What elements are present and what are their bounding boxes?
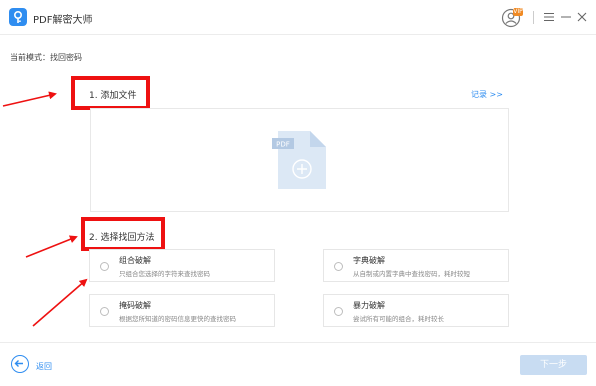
method-title: 字典破解 [353, 256, 385, 265]
back-label[interactable]: 返回 [36, 361, 52, 372]
arrow-to-step2 [25, 235, 78, 258]
arrow-to-step1 [2, 91, 57, 107]
app-logo-icon [9, 8, 27, 26]
method-title: 暴力破解 [353, 301, 385, 310]
footer-divider [0, 342, 596, 343]
method-card-mask[interactable]: 掩码破解 根据您所知道的密码信息更快的查找密码 [89, 294, 275, 327]
method-card-brute-force[interactable]: 暴力破解 尝试所有可能的组合，耗时较长 [323, 294, 509, 327]
method-card-dictionary[interactable]: 字典破解 从自制或内置字典中查找密码，耗时较短 [323, 249, 509, 282]
back-button[interactable] [11, 355, 29, 373]
pdf-icon-text: PDF [276, 141, 290, 149]
menu-icon[interactable] [544, 12, 554, 22]
radio-mask[interactable] [100, 307, 109, 316]
method-title: 掩码破解 [119, 301, 151, 310]
radio-dictionary[interactable] [334, 262, 343, 271]
add-pdf-file-icon[interactable]: PDF [272, 127, 328, 191]
method-card-combination[interactable]: 组合破解 只组合您选择的字符来查找密码 [89, 249, 275, 282]
current-mode-text: 当前模式：找回密码 [10, 53, 82, 62]
vip-badge: VIP [513, 8, 523, 16]
radio-combination[interactable] [100, 262, 109, 271]
radio-brute-force[interactable] [334, 307, 343, 316]
method-desc: 从自制或内置字典中查找密码，耗时较短 [353, 270, 470, 278]
records-link[interactable]: 记录 >> [471, 89, 503, 100]
step1-label: 1. 添加文件 [89, 91, 137, 101]
titlebar-separator [533, 11, 534, 24]
method-title: 组合破解 [119, 256, 151, 265]
step2-label: 2. 选择找回方法 [89, 233, 155, 243]
title-bar: PDF解密大师 VIP [0, 0, 596, 35]
file-drop-zone[interactable]: PDF [90, 108, 509, 212]
app-title: PDF解密大师 [33, 15, 93, 26]
back-arrow-icon [14, 360, 23, 367]
method-desc: 根据您所知道的密码信息更快的查找密码 [119, 315, 236, 323]
method-desc: 只组合您选择的字符来查找密码 [119, 270, 210, 278]
next-step-button[interactable]: 下一步 [520, 355, 587, 375]
close-icon[interactable] [577, 12, 587, 22]
arrow-to-methods [32, 278, 88, 327]
method-desc: 尝试所有可能的组合，耗时较长 [353, 315, 444, 323]
minimize-icon[interactable] [561, 12, 571, 22]
